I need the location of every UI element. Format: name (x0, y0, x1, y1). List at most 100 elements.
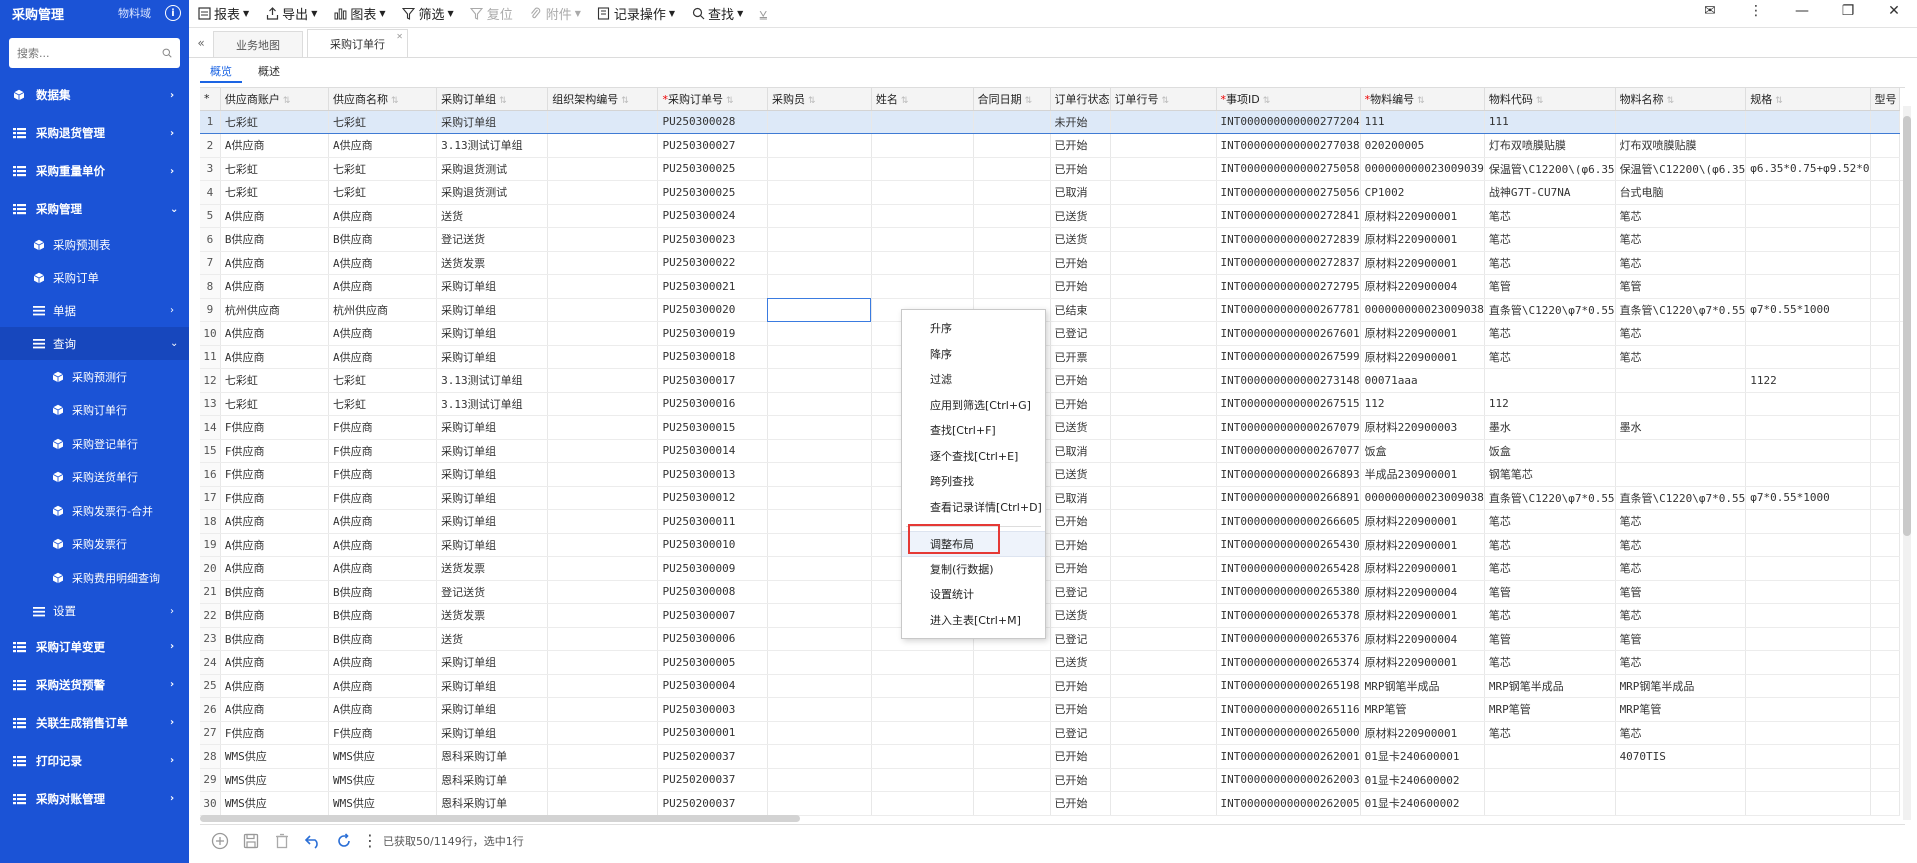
table-cell[interactable] (1870, 392, 1900, 416)
horizontal-scrollbar[interactable] (200, 815, 1900, 822)
table-cell[interactable]: A供应商 (328, 251, 438, 275)
tab-business-map[interactable]: 业务地图 (213, 31, 303, 57)
table-cell[interactable]: B供应商 (220, 603, 330, 628)
table-cell[interactable] (547, 204, 659, 228)
row-number[interactable]: 4 (200, 180, 221, 205)
table-cell[interactable] (767, 533, 872, 557)
table-cell[interactable]: 送货 (436, 204, 549, 228)
table-row[interactable]: 25 A供应商 A供应商 采购订单组 PU250300004 已开始 INT00000000… (200, 674, 1905, 698)
table-cell[interactable]: 采购订单组 (436, 721, 549, 745)
table-cell[interactable]: PU250300025 (657, 157, 768, 181)
table-cell[interactable] (871, 721, 974, 745)
table-cell[interactable] (547, 392, 659, 416)
table-cell[interactable] (1870, 321, 1900, 346)
table-cell[interactable] (1110, 533, 1217, 557)
table-cell[interactable]: A供应商 (220, 674, 330, 698)
table-cell[interactable]: 采购订单组 (436, 697, 549, 722)
table-cell[interactable]: 已登记 (1050, 321, 1111, 346)
table-cell[interactable] (547, 791, 659, 816)
table-cell[interactable]: 已开始 (1050, 133, 1111, 158)
table-cell[interactable] (973, 721, 1051, 745)
table-cell[interactable]: A供应商 (220, 533, 330, 557)
table-cell[interactable]: WMS供应 (220, 768, 330, 792)
sort-icon[interactable]: ⇅ (499, 96, 507, 106)
table-cell[interactable]: A供应商 (328, 204, 438, 228)
table-cell[interactable]: 保温管\C12200\(φ6.35 (1484, 157, 1616, 181)
table-cell[interactable]: F供应商 (220, 462, 330, 487)
table-cell[interactable] (871, 274, 974, 299)
table-cell[interactable]: 已送货 (1050, 227, 1111, 252)
table-cell[interactable] (1745, 204, 1871, 228)
table-cell[interactable] (1745, 580, 1871, 604)
context-menu-item[interactable]: 跨列查找 (902, 469, 1045, 495)
table-cell[interactable]: 采购订单组 (436, 533, 549, 557)
table-cell[interactable]: A供应商 (220, 274, 330, 299)
table-cell[interactable]: PU250300001 (657, 721, 768, 745)
table-cell[interactable]: 杭州供应商 (220, 298, 330, 322)
sidebar-item-10[interactable]: 采购登记单行 (0, 427, 189, 461)
table-cell[interactable]: INT000000000000267601 (1216, 321, 1361, 346)
table-cell[interactable]: 000000000023009039 (1360, 157, 1485, 181)
table-cell[interactable] (1110, 509, 1217, 534)
table-cell[interactable]: 原材料220900004 (1360, 580, 1485, 604)
row-number[interactable]: 29 (200, 768, 221, 792)
table-cell[interactable]: PU250300024 (657, 204, 768, 228)
table-cell[interactable]: B供应商 (220, 580, 330, 604)
table-cell[interactable]: 112 (1484, 392, 1616, 416)
table-cell[interactable] (547, 109, 659, 134)
table-cell[interactable] (1615, 109, 1747, 134)
table-cell[interactable]: 000000000023009038 (1360, 486, 1485, 510)
table-cell[interactable]: 恩科采购订单 (436, 791, 549, 816)
table-cell[interactable]: 笔管 (1615, 580, 1747, 604)
table-cell[interactable]: F供应商 (328, 486, 438, 510)
row-number[interactable]: 26 (200, 697, 221, 722)
table-cell[interactable]: WMS供应 (328, 791, 438, 816)
row-number[interactable]: 6 (200, 227, 221, 252)
sort-icon[interactable]: ⇅ (621, 96, 629, 106)
more-vertical-icon[interactable]: ⋮ (362, 831, 378, 851)
sidebar-item-12[interactable]: 采购发票行-合并 (0, 494, 189, 528)
table-cell[interactable]: A供应商 (328, 650, 438, 675)
table-cell[interactable]: INT000000000000267515 (1216, 392, 1361, 416)
more-vertical-icon[interactable]: ⋮ (1733, 3, 1779, 19)
delete-icon[interactable] (272, 831, 292, 851)
row-number[interactable]: 3 (200, 157, 221, 181)
table-cell[interactable]: INT000000000000265378 (1216, 603, 1361, 628)
row-number[interactable]: 5 (200, 204, 221, 228)
table-cell[interactable]: 未开始 (1050, 109, 1111, 134)
table-cell[interactable]: 已登记 (1050, 721, 1111, 745)
scrollbar-thumb[interactable] (200, 815, 800, 822)
vertical-scrollbar[interactable] (1903, 106, 1911, 820)
table-cell[interactable] (547, 674, 659, 698)
table-cell[interactable]: A供应商 (220, 321, 330, 346)
table-row[interactable]: 2 A供应商 A供应商 3.13测试订单组 PU250300027 已开始 INT00000… (200, 133, 1905, 158)
table-cell[interactable] (547, 368, 659, 393)
row-number[interactable]: 27 (200, 721, 221, 745)
table-cell[interactable]: PU250300008 (657, 580, 768, 604)
table-cell[interactable]: 原材料220900003 (1360, 415, 1485, 440)
table-cell[interactable]: 送货发票 (436, 556, 549, 581)
table-cell[interactable]: 已结束 (1050, 298, 1111, 322)
table-row[interactable]: 10 A供应商 A供应商 采购订单组 PU250300019 已登记 INT00000000… (200, 321, 1905, 346)
table-cell[interactable]: 笔芯 (1615, 603, 1747, 628)
scrollbar-thumb[interactable] (1903, 116, 1911, 536)
table-cell[interactable] (767, 133, 872, 158)
table-cell[interactable]: PU250300005 (657, 650, 768, 675)
table-cell[interactable]: MRP钢笔半成品 (1615, 674, 1747, 698)
table-cell[interactable]: 原材料220900001 (1360, 204, 1485, 228)
table-cell[interactable]: F供应商 (220, 439, 330, 463)
table-cell[interactable] (547, 415, 659, 440)
table-cell[interactable] (973, 109, 1051, 134)
column-header[interactable]: 订单行状态 (1050, 88, 1111, 111)
table-cell[interactable]: 笔芯 (1484, 251, 1616, 275)
table-cell[interactable]: 七彩虹 (328, 157, 438, 181)
table-cell[interactable]: 保温管\C12200\(φ6.35 (1615, 157, 1747, 181)
table-cell[interactable] (547, 509, 659, 534)
table-cell[interactable] (1745, 627, 1871, 651)
table-cell[interactable]: A供应商 (328, 509, 438, 534)
table-row[interactable]: 21 B供应商 B供应商 登记送货 PU250300008 已登记 INT000000000… (200, 580, 1905, 604)
table-cell[interactable]: INT000000000000272837 (1216, 251, 1361, 275)
table-row[interactable]: 11 A供应商 A供应商 采购订单组 PU250300018 已开票 INT00000000… (200, 345, 1905, 369)
table-cell[interactable]: 笔芯 (1615, 345, 1747, 369)
table-cell[interactable] (1110, 109, 1217, 134)
